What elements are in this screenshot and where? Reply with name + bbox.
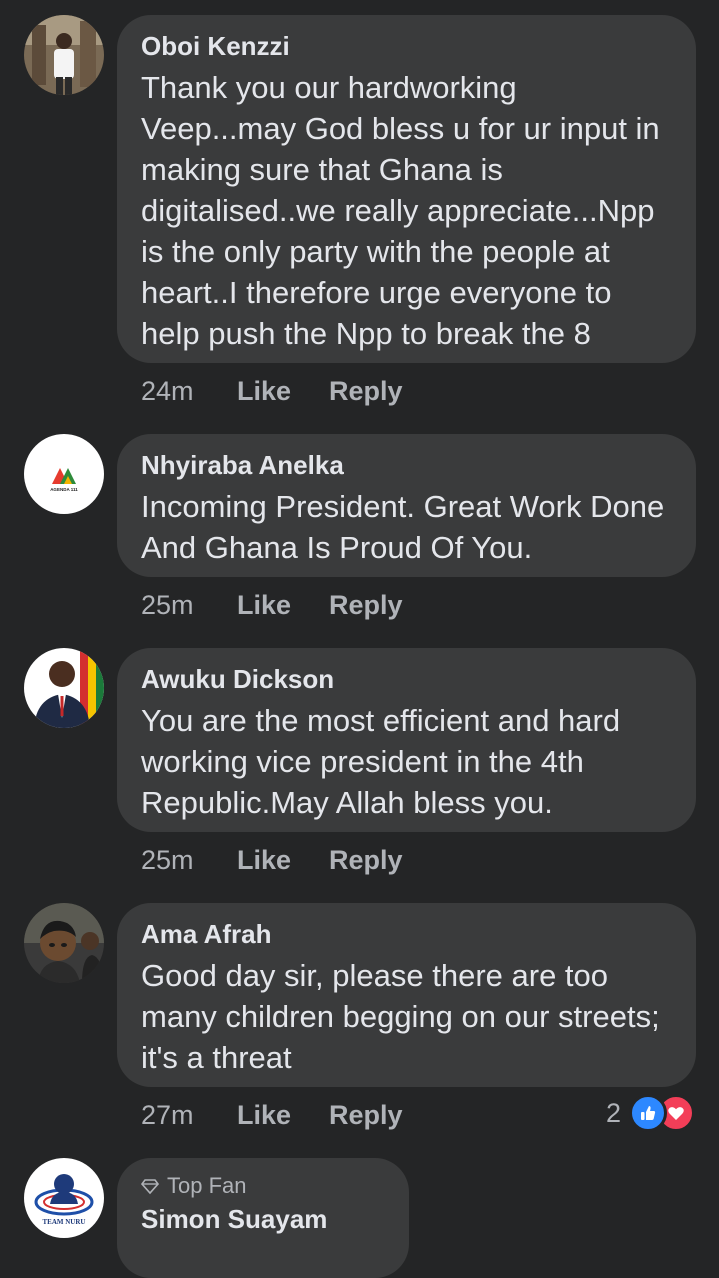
logo-avatar: AGENDA 111: [50, 468, 78, 492]
avatar[interactable]: TEAM NURU: [24, 1158, 104, 1238]
comment-actions: 27m Like Reply: [141, 1100, 403, 1131]
logo-avatar: TEAM NURU: [34, 1174, 94, 1226]
comment-text: Good day sir, please there are too many …: [141, 958, 660, 1075]
logo-text: TEAM NURU: [43, 1218, 86, 1226]
comment-text: Thank you our hardworking Veep...may God…: [141, 70, 660, 351]
reply-button[interactable]: Reply: [329, 376, 403, 407]
top-fan-label: Top Fan: [167, 1173, 247, 1198]
like-button[interactable]: Like: [237, 845, 329, 876]
reaction-summary[interactable]: 2: [606, 1094, 695, 1132]
user-photo: [24, 903, 104, 983]
author-name[interactable]: Oboi Kenzzi: [141, 29, 672, 63]
timestamp[interactable]: 27m: [141, 1100, 237, 1131]
comment-bubble: Ama Afrah Good day sir, please there are…: [117, 903, 696, 1087]
avatar[interactable]: [24, 15, 104, 95]
reply-button[interactable]: Reply: [329, 1100, 403, 1131]
avatar[interactable]: [24, 648, 104, 728]
author-name[interactable]: Ama Afrah: [141, 917, 672, 951]
reaction-count: 2: [605, 1097, 621, 1128]
timestamp[interactable]: 24m: [141, 376, 237, 407]
diamond-icon: [141, 1179, 159, 1195]
comment-actions: 24m Like Reply: [141, 376, 403, 407]
comment-actions: 25m Like Reply: [141, 590, 403, 621]
comment-text: Incoming President. Great Work Done And …: [141, 489, 665, 565]
reply-button[interactable]: Reply: [329, 590, 403, 621]
logo-text: AGENDA 111: [50, 487, 78, 492]
comment-bubble: Awuku Dickson You are the most efficient…: [117, 648, 696, 832]
top-fan-badge: Top Fan: [141, 1172, 385, 1200]
comment-text: You are the most efficient and hard work…: [141, 703, 621, 820]
timestamp[interactable]: 25m: [141, 590, 237, 621]
comment-bubble: Oboi Kenzzi Thank you our hardworking Ve…: [117, 15, 696, 363]
like-button[interactable]: Like: [237, 376, 329, 407]
reply-button[interactable]: Reply: [329, 845, 403, 876]
author-name[interactable]: Simon Suayam: [141, 1202, 385, 1236]
author-name[interactable]: Nhyiraba Anelka: [141, 448, 672, 482]
user-photo: [24, 15, 104, 95]
like-icon: [629, 1094, 667, 1132]
avatar[interactable]: [24, 903, 104, 983]
comment-bubble: Nhyiraba Anelka Incoming President. Grea…: [117, 434, 696, 577]
timestamp[interactable]: 25m: [141, 845, 237, 876]
like-button[interactable]: Like: [237, 590, 329, 621]
author-name[interactable]: Awuku Dickson: [141, 662, 672, 696]
avatar[interactable]: AGENDA 111: [24, 434, 104, 514]
like-button[interactable]: Like: [237, 1100, 329, 1131]
comment-actions: 25m Like Reply: [141, 845, 403, 876]
comment-bubble: Top Fan Simon Suayam: [117, 1158, 409, 1278]
user-photo: [24, 648, 104, 728]
